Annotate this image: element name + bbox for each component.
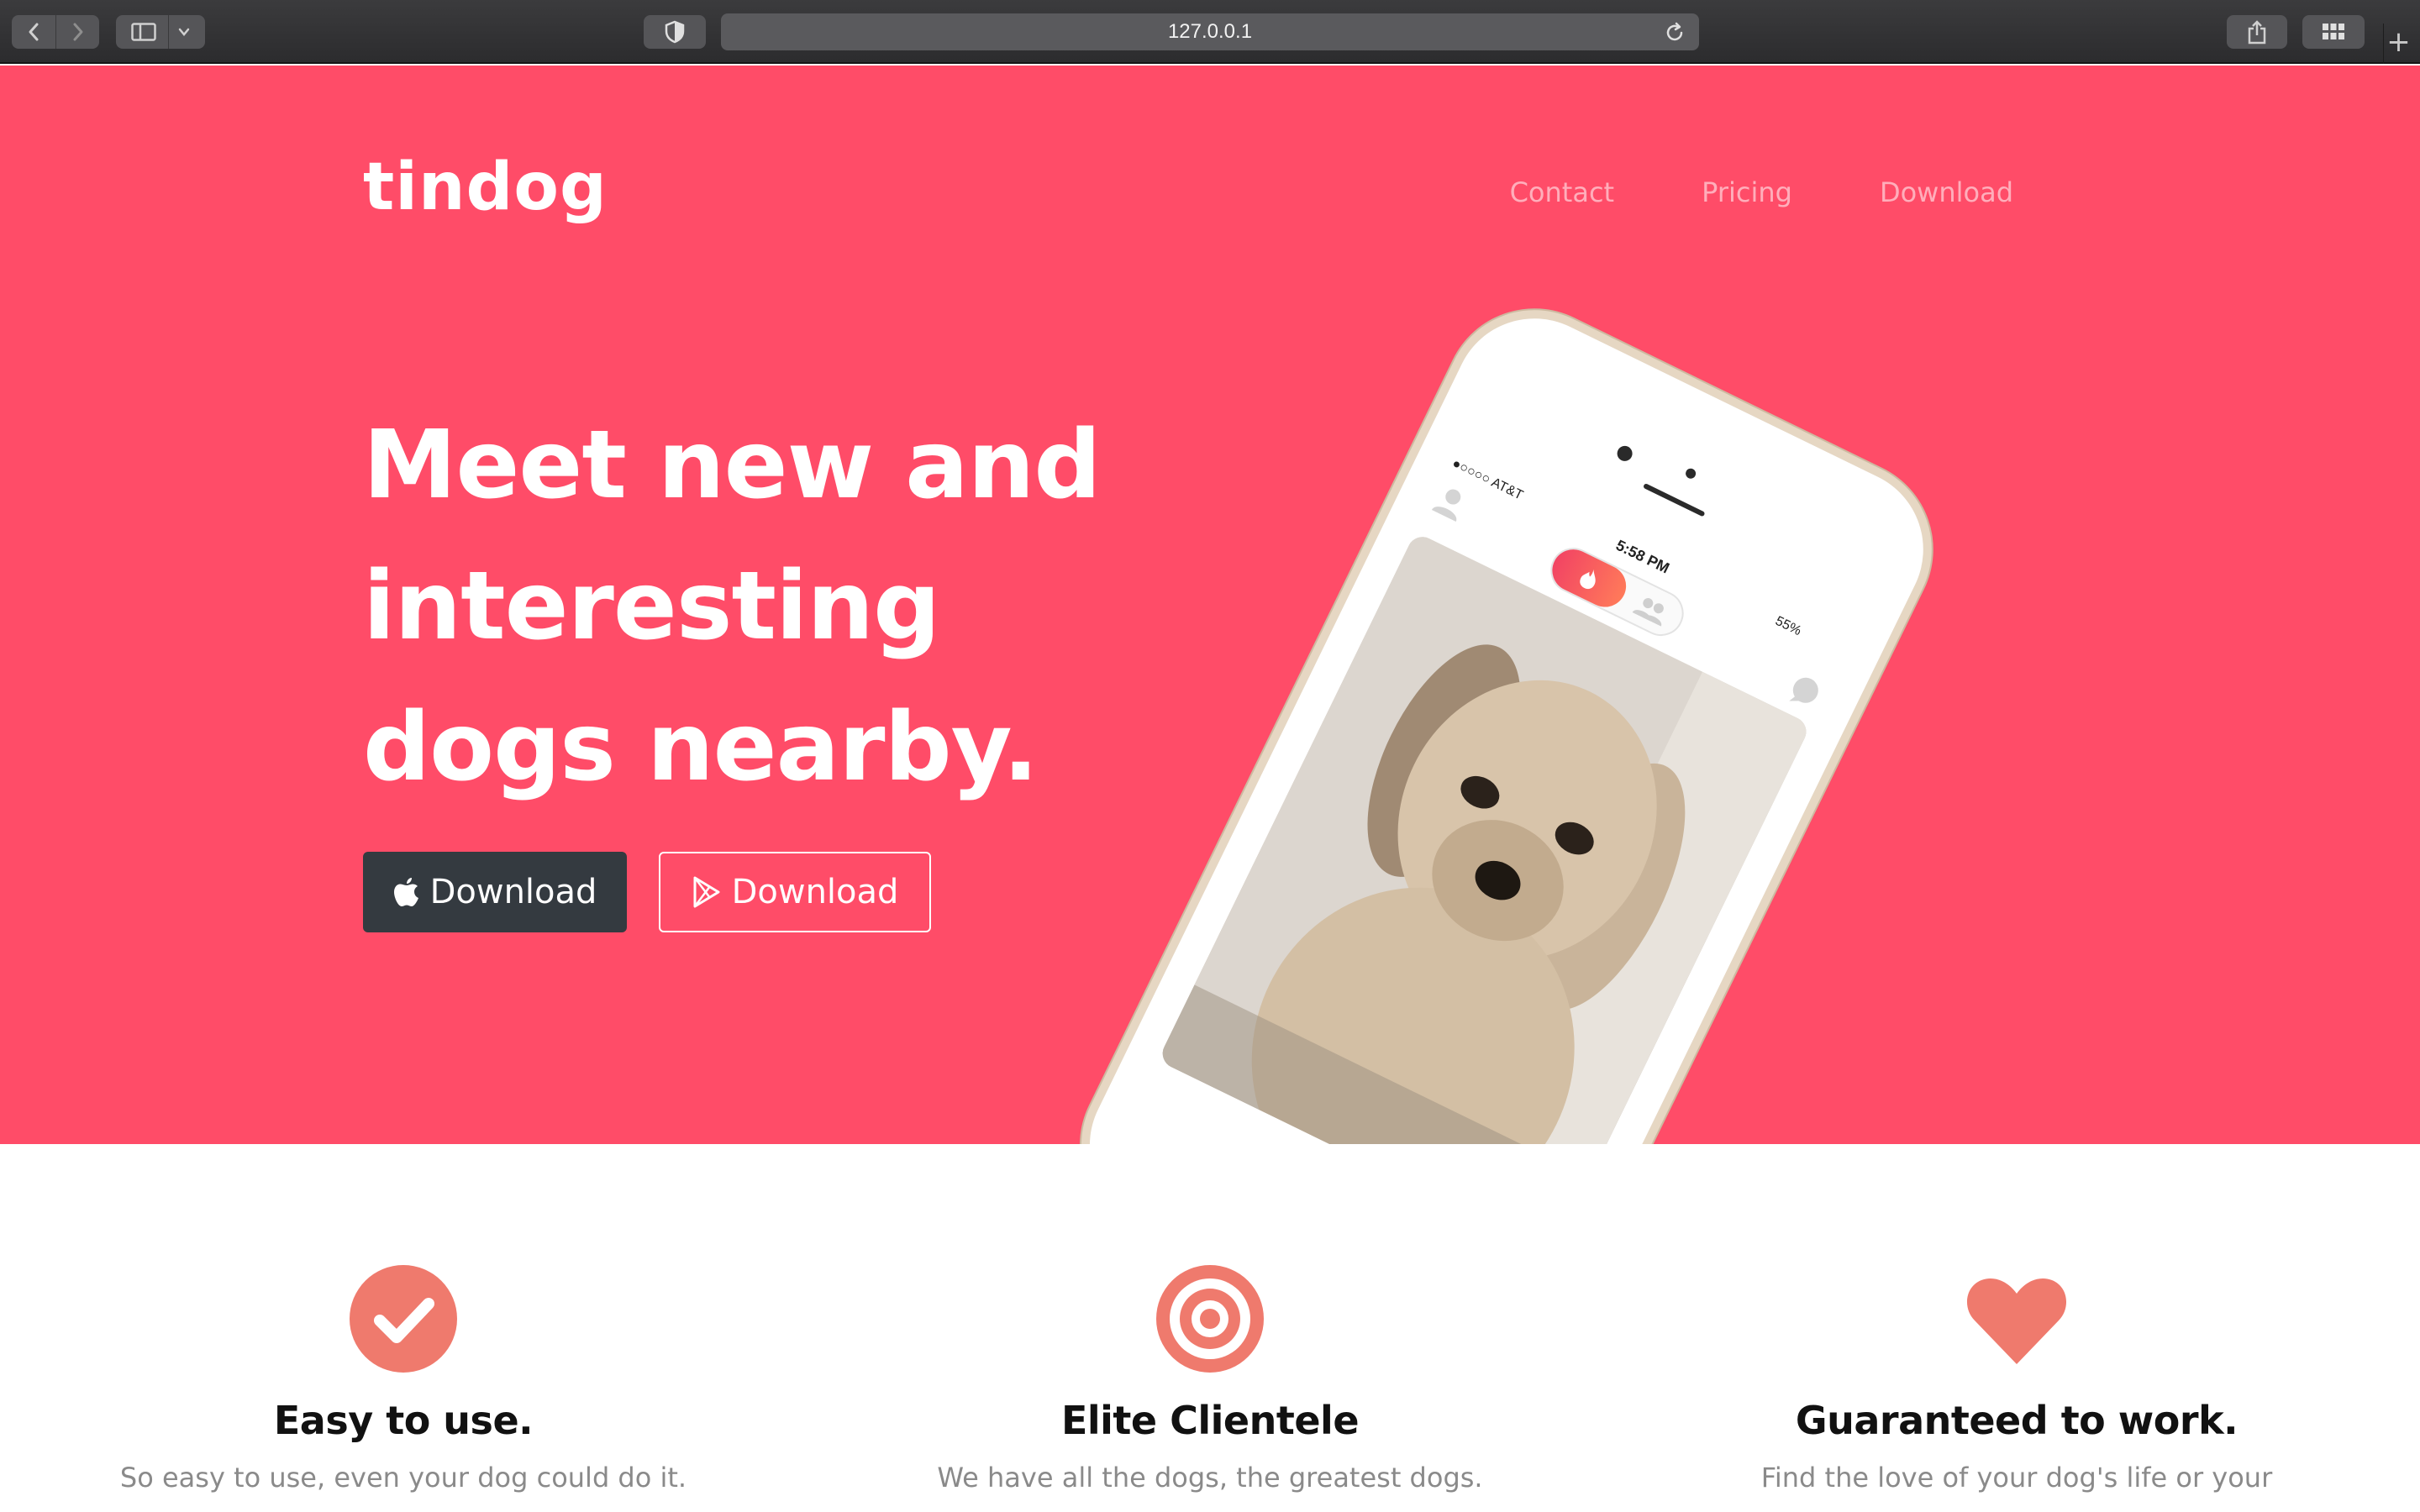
tab-overview-button[interactable]: [2302, 15, 2365, 49]
brand-logo[interactable]: tindog: [363, 150, 608, 225]
back-icon: [29, 23, 39, 41]
new-tab-icon[interactable]: +: [2383, 24, 2413, 64]
sidebar-toggle-button[interactable]: [116, 15, 205, 49]
download-android-label: Download: [731, 873, 899, 911]
download-android-button[interactable]: Download: [659, 852, 931, 932]
feature-title: Guaranteed to work.: [1795, 1398, 2238, 1443]
hero-headline: Meet new and interesting dogs nearby.: [363, 411, 1102, 802]
url-text: 127.0.0.1: [1167, 20, 1253, 43]
status-battery: 55%: [1773, 613, 1804, 639]
bullseye-icon: [1156, 1265, 1264, 1373]
browser-toolbar: 127.0.0.1 +: [0, 0, 2420, 64]
history-nav: [12, 15, 99, 49]
download-ios-label: Download: [429, 873, 597, 911]
back-button[interactable]: [12, 15, 55, 49]
heart-icon: [1966, 1278, 2067, 1364]
address-bar[interactable]: 127.0.0.1: [721, 13, 1699, 50]
forward-button[interactable]: [55, 15, 99, 49]
phone-camera: [1614, 443, 1635, 464]
shield-icon: [665, 20, 685, 44]
sidebar-icon: [130, 23, 156, 41]
share-icon: [2248, 20, 2266, 45]
download-ios-button[interactable]: Download: [363, 852, 627, 932]
google-play-icon: [693, 876, 720, 908]
check-circle-icon: [350, 1265, 457, 1373]
nav-link-contact[interactable]: Contact: [1510, 176, 1615, 208]
phone-sensor: [1684, 466, 1698, 480]
phone-mockup: ●○○○○ AT&T 5:58 PM 55%: [1062, 291, 1951, 1144]
feature-title: Elite Clientele: [1060, 1398, 1360, 1443]
hero-section: tindog Contact Pricing Download Meet new…: [0, 66, 2420, 1144]
apple-icon: [393, 878, 418, 906]
dog-photo: [1157, 532, 1812, 1144]
privacy-report-button[interactable]: [644, 15, 706, 49]
feature-text: Find the love of your dog's life or your: [1760, 1462, 2273, 1494]
profile-icon: [1431, 489, 1461, 522]
feature-text: So easy to use, even your dog could do i…: [119, 1462, 687, 1494]
top-navigation: Contact Pricing Download: [1510, 176, 2013, 208]
feature-text: We have all the dogs, the greatest dogs.: [937, 1462, 1483, 1494]
phone-body: ●○○○○ AT&T 5:58 PM 55%: [1062, 291, 1951, 1144]
phone-speaker: [1643, 482, 1706, 517]
nav-link-pricing[interactable]: Pricing: [1702, 176, 1792, 208]
forward-icon: [73, 23, 82, 41]
tabs-grid-icon: [2323, 24, 2344, 39]
reload-icon[interactable]: [1664, 22, 1686, 44]
nav-link-download[interactable]: Download: [1880, 176, 2013, 208]
flame-icon: [1580, 569, 1596, 590]
group-icon: [1632, 598, 1664, 627]
feature-title: Easy to use.: [273, 1398, 534, 1443]
chevron-down-icon: [178, 28, 189, 36]
share-button[interactable]: [2227, 15, 2287, 49]
chat-icon: [1789, 677, 1818, 703]
